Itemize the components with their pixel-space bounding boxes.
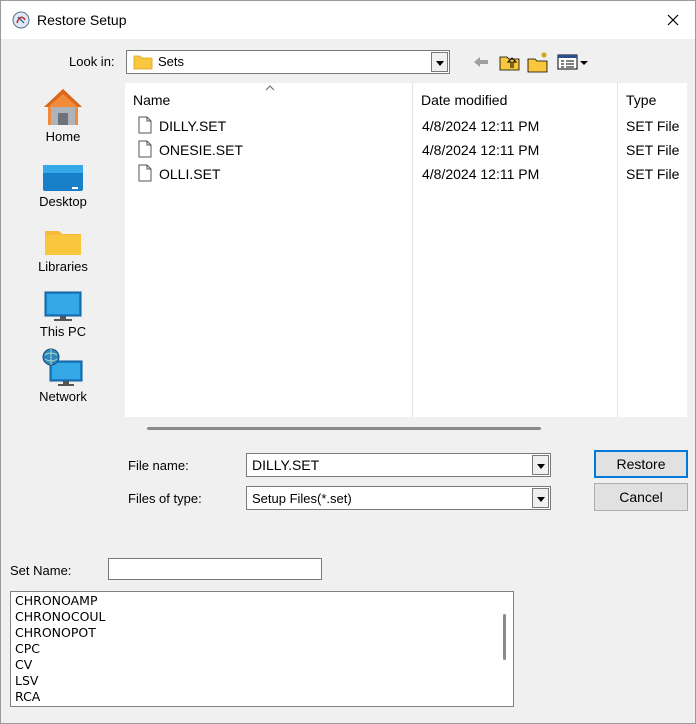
place-network[interactable]: Network: [7, 341, 119, 404]
view-menu-icon[interactable]: [557, 53, 591, 71]
file-date: 4/8/2024 12:11 PM: [422, 118, 540, 134]
file-row[interactable]: DILLY.SET 4/8/2024 12:11 PM SET File: [125, 115, 687, 139]
column-header-type[interactable]: Type: [618, 83, 687, 115]
new-folder-icon[interactable]: [527, 51, 551, 73]
column-header-name[interactable]: Name: [125, 83, 412, 115]
cancel-button[interactable]: Cancel: [594, 483, 688, 511]
scrollbar-thumb[interactable]: [503, 614, 506, 660]
home-icon: [44, 89, 82, 125]
lookin-combo[interactable]: Sets: [126, 50, 450, 74]
filename-combo[interactable]: DILLY.SET: [246, 453, 551, 477]
file-name: DILLY.SET: [159, 118, 227, 134]
desktop-icon: [43, 165, 83, 191]
column-header-date[interactable]: Date modified: [413, 83, 617, 115]
vertical-scrollbar[interactable]: [496, 592, 513, 706]
network-icon: [42, 348, 83, 386]
file-name: OLLI.SET: [159, 166, 221, 182]
list-item[interactable]: RCA: [15, 689, 40, 704]
horizontal-scrollbar[interactable]: [147, 427, 541, 430]
place-label: Libraries: [38, 259, 88, 274]
file-icon: [138, 140, 152, 158]
place-this-pc[interactable]: This PC: [7, 276, 119, 339]
lookin-label: Look in:: [69, 54, 115, 69]
this-pc-icon: [44, 291, 82, 321]
file-row[interactable]: OLLI.SET 4/8/2024 12:11 PM SET File: [125, 163, 687, 187]
file-date: 4/8/2024 12:11 PM: [422, 142, 540, 158]
filename-value: DILLY.SET: [252, 457, 320, 473]
restore-setup-dialog: Restore Setup Look in: Sets Home Desktop…: [0, 0, 696, 724]
close-button[interactable]: [651, 1, 695, 39]
list-item[interactable]: CPC: [15, 641, 40, 656]
libraries-icon: [45, 231, 81, 255]
file-list[interactable]: Name Date modified Type DILLY.SET 4/8/20…: [125, 83, 687, 417]
file-name: ONESIE.SET: [159, 142, 244, 158]
file-type: SET File: [626, 166, 680, 182]
place-label: Home: [45, 129, 81, 144]
filename-label: File name:: [128, 458, 189, 473]
lookin-value: Sets: [158, 54, 185, 69]
back-arrow-icon[interactable]: [472, 54, 490, 70]
list-item[interactable]: LSV: [15, 673, 38, 688]
filename-dropdown-arrow[interactable]: [532, 455, 549, 475]
filetype-label: Files of type:: [128, 491, 202, 506]
folder-icon: [133, 55, 153, 70]
place-label: Desktop: [39, 194, 87, 209]
title-bar: Restore Setup: [1, 1, 695, 39]
app-icon: [12, 11, 30, 29]
filetype-combo[interactable]: Setup Files(*.set): [246, 486, 551, 510]
place-label: This PC: [39, 324, 87, 339]
file-row[interactable]: ONESIE.SET 4/8/2024 12:11 PM SET File: [125, 139, 687, 163]
list-item[interactable]: CV: [15, 657, 32, 672]
setname-label: Set Name:: [10, 563, 72, 578]
list-item[interactable]: CHRONOAMP: [15, 593, 98, 608]
file-icon: [138, 116, 152, 134]
filetype-value: Setup Files(*.set): [252, 491, 352, 506]
sort-ascending-icon: [265, 85, 275, 91]
lookin-dropdown-arrow[interactable]: [431, 52, 448, 72]
list-item[interactable]: CHRONOCOUL: [15, 609, 106, 624]
up-folder-icon[interactable]: [499, 52, 521, 72]
setname-input[interactable]: [108, 558, 322, 580]
file-icon: [138, 164, 152, 182]
place-desktop[interactable]: Desktop: [7, 146, 119, 209]
technique-list[interactable]: CHRONOAMP CHRONOCOUL CHRONOPOT CPC CV LS…: [10, 591, 514, 707]
restore-button[interactable]: Restore: [594, 450, 688, 478]
file-type: SET File: [626, 118, 680, 134]
place-label: Network: [39, 389, 87, 404]
file-type: SET File: [626, 142, 680, 158]
filetype-dropdown-arrow[interactable]: [532, 488, 549, 508]
places-bar: Home Desktop Libraries This PC Network: [7, 81, 119, 421]
window-title: Restore Setup: [37, 12, 127, 28]
place-home[interactable]: Home: [7, 81, 119, 144]
close-icon: [667, 14, 679, 26]
file-date: 4/8/2024 12:11 PM: [422, 166, 540, 182]
place-libraries[interactable]: Libraries: [7, 211, 119, 274]
list-item[interactable]: CHRONOPOT: [15, 625, 96, 640]
